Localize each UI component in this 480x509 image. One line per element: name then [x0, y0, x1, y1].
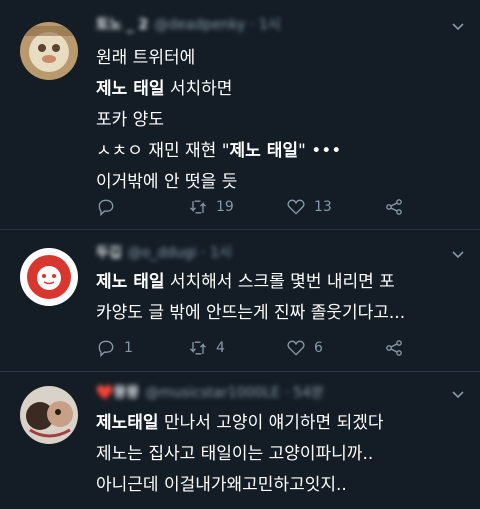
tweet-header: 토노 _ 2 @deadpenky · 1시 — [96, 14, 281, 34]
highlighted-text: 제노 태일 — [229, 141, 298, 161]
reply-button[interactable] — [96, 195, 124, 219]
tweet-text: 제노 태일 서치해서 스크롤 몇번 내리면 포카양도 글 밖에 안뜨는게 진짜 … — [96, 267, 405, 329]
text-segment: 이거밖에 안 떳을 듯 — [96, 172, 238, 192]
text-segment: 서치하면 — [164, 79, 233, 99]
like-button[interactable]: 13 — [286, 195, 332, 219]
text-segment: 아니근데 이걸내가왜고민하고잇지.. — [96, 475, 347, 495]
tweet-1[interactable]: 토노 _ 2 @deadpenky · 1시 원래 트위터에 제노 태일 서치하면 포… — [0, 0, 480, 229]
avatar[interactable] — [20, 386, 78, 444]
display-name[interactable]: 토노 _ 2 — [96, 17, 148, 33]
chevron-down-icon[interactable] — [450, 246, 466, 262]
reply-count: 1 — [124, 340, 133, 356]
display-name[interactable]: 두깁 — [96, 245, 122, 261]
tweet-actions: 19 13 — [96, 195, 416, 219]
reply-icon — [98, 340, 114, 358]
highlighted-text: 제노 태일 — [96, 272, 165, 292]
retweet-count: 4 — [216, 340, 225, 356]
text-segment: " ••• — [298, 141, 342, 161]
avatar[interactable] — [20, 248, 78, 306]
chevron-down-icon[interactable] — [450, 18, 466, 34]
retweet-button[interactable]: 4 — [188, 336, 225, 360]
share-button[interactable] — [384, 195, 404, 219]
tweet-text-line: 제노태일 만나서 고양이 얘기하면 되겠다 — [96, 408, 384, 439]
like-count: 6 — [314, 340, 323, 356]
like-button[interactable]: 6 — [286, 336, 323, 360]
tweet-text-line: 아니근데 이걸내가왜고민하고잇지.. — [96, 470, 384, 501]
share-icon — [386, 199, 402, 215]
tweet-text-line: 포카 양도 — [96, 105, 341, 136]
retweet-icon — [190, 200, 206, 214]
tweet-text-line: 제노 태일 서치하면 — [96, 74, 341, 105]
tweet-3[interactable]: ❤️뭉뭉 @musicstar1000LE · 54분 제노태일 만나서 고양이 … — [0, 372, 480, 509]
tweet-2[interactable]: 두깁 @o_ddugi · 1시 제노 태일 서치해서 스크롤 몇번 내리면 포카… — [0, 230, 480, 371]
share-button[interactable] — [384, 336, 404, 360]
highlighted-text: 제노 태일 — [96, 79, 165, 99]
tweet-text-line: ㅅㅊㅇ 재민 재현 "제노 태일" ••• — [96, 136, 341, 167]
share-icon — [386, 340, 402, 356]
tweet-text-line: 원래 트위터에 — [96, 43, 341, 74]
handle-and-time[interactable]: @musicstar1000LE · 54분 — [145, 385, 324, 401]
tweet-text-line: 제노 태일 서치해서 스크롤 몇번 내리면 포 — [96, 267, 405, 298]
chevron-down-icon[interactable] — [450, 386, 466, 402]
text-segment: 제노는 집사고 태일이는 고양이파니까.. — [96, 444, 374, 464]
text-segment: 원래 트위터에 — [96, 48, 196, 68]
reply-button[interactable]: 1 — [96, 336, 133, 360]
like-count: 13 — [314, 199, 332, 215]
tweet-header: ❤️뭉뭉 @musicstar1000LE · 54분 — [96, 382, 324, 402]
highlighted-text: 제노태일 — [96, 413, 159, 433]
text-segment: 서치해서 스크롤 몇번 내리면 포 — [164, 272, 395, 292]
tweet-text-line: 제노는 집사고 태일이는 고양이파니까.. — [96, 439, 384, 470]
retweet-button[interactable]: 19 — [188, 195, 234, 219]
tweet-text-line: 카양도 글 밖에 안뜨는게 진짜 졸웃기다고... — [96, 298, 405, 329]
heart-icon — [287, 199, 305, 215]
avatar[interactable] — [20, 22, 78, 80]
tweet-header: 두깁 @o_ddugi · 1시 — [96, 242, 232, 262]
tweet-text-line: 이거밖에 안 떳을 듯 — [96, 167, 341, 198]
retweet-count: 19 — [216, 199, 234, 215]
text-segment: 카양도 글 밖에 안뜨는게 진짜 졸웃기다고... — [96, 303, 406, 323]
text-segment: ㅅㅊㅇ 재민 재현 " — [96, 141, 230, 161]
reply-icon — [98, 199, 114, 217]
heart-icon — [287, 340, 305, 356]
display-name[interactable]: ❤️뭉뭉 — [96, 385, 139, 401]
tweet-text: 원래 트위터에 제노 태일 서치하면 포카 양도 ㅅㅊㅇ 재민 재현 "제노 태일" … — [96, 43, 341, 198]
handle-and-time[interactable]: @o_ddugi · 1시 — [128, 245, 232, 261]
retweet-icon — [190, 341, 206, 355]
tweet-actions: 1 4 6 — [96, 336, 416, 360]
tweet-text: 제노태일 만나서 고양이 얘기하면 되겠다제노는 집사고 태일이는 고양이파니까… — [96, 408, 384, 501]
text-segment: 포카 양도 — [96, 110, 164, 130]
handle-and-time[interactable]: @deadpenky · 1시 — [154, 17, 280, 33]
text-segment: 만나서 고양이 얘기하면 되겠다 — [158, 413, 384, 433]
